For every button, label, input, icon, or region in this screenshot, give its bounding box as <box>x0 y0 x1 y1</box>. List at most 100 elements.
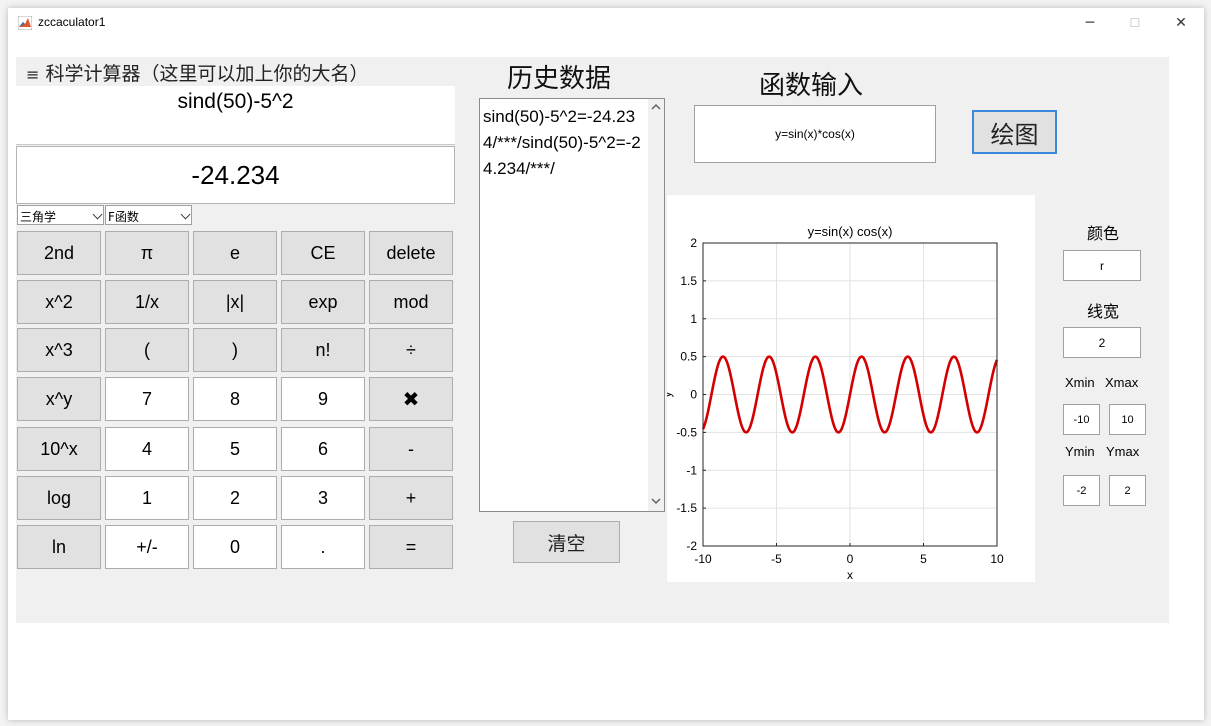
minimize-icon: ─ <box>1085 15 1095 31</box>
calculator-heading: ≡ 科学计算器（这里可以加上你的大名） <box>26 59 368 86</box>
y-tick-label: -2 <box>686 539 697 553</box>
main-panel: ≡ 科学计算器（这里可以加上你的大名） sind(50)-5^2 -24.234… <box>16 57 1169 623</box>
linewidth-input[interactable]: 2 <box>1063 327 1141 358</box>
function-dropdown-label: F函数 <box>108 210 139 224</box>
key-button[interactable]: 6 <box>281 427 365 471</box>
x-tick-label: 0 <box>847 552 854 566</box>
x-tick-label: -10 <box>694 552 712 566</box>
xmin-input[interactable]: -10 <box>1063 404 1100 435</box>
key-button[interactable]: CE <box>281 231 365 275</box>
key-button[interactable]: e <box>193 231 277 275</box>
key-button[interactable]: |x| <box>193 280 277 324</box>
key-button[interactable]: ( <box>105 328 189 372</box>
ymax-label: Ymax <box>1106 444 1140 459</box>
chevron-down-icon <box>92 209 103 220</box>
key-button[interactable]: π <box>105 231 189 275</box>
function-input-title: 函数输入 <box>759 71 864 101</box>
key-button[interactable]: ✖ <box>369 377 453 421</box>
color-label: 颜色 <box>1087 224 1120 243</box>
key-button[interactable]: 3 <box>281 476 365 520</box>
plot-area: -10 -5 0 5 10 -2 -1.5 -1 -0.5 0 0.5 1 1.5 2 y=sin(x) … <box>660 195 1035 582</box>
key-button[interactable]: x^3 <box>17 328 101 372</box>
x-axis-label: x <box>847 568 853 582</box>
key-button[interactable]: 0 <box>193 525 277 569</box>
chevron-up-icon[interactable] <box>651 103 661 111</box>
title-bar: zccaculator1 ─ ☐ ✕ <box>8 8 1204 38</box>
close-icon: ✕ <box>1175 15 1187 31</box>
xmin-label: Xmin <box>1065 375 1095 390</box>
key-button[interactable]: + <box>369 476 453 520</box>
key-button[interactable]: . <box>281 525 365 569</box>
key-button[interactable]: = <box>369 525 453 569</box>
plot-button[interactable]: 绘图 <box>972 110 1057 154</box>
key-button[interactable]: 5 <box>193 427 277 471</box>
xmax-input[interactable]: 10 <box>1109 404 1146 435</box>
key-button[interactable]: 1/x <box>105 280 189 324</box>
key-button[interactable]: ln <box>17 525 101 569</box>
key-button[interactable]: 4 <box>105 427 189 471</box>
trig-dropdown-label: 三角学 <box>20 210 57 224</box>
maximize-button[interactable]: ☐ <box>1112 8 1158 38</box>
linewidth-label: 线宽 <box>1087 302 1120 321</box>
key-button[interactable]: x^2 <box>17 280 101 324</box>
key-button[interactable]: exp <box>281 280 365 324</box>
color-input[interactable]: r <box>1063 250 1141 281</box>
trig-dropdown[interactable]: 三角学 <box>17 205 104 225</box>
ymin-input[interactable]: -2 <box>1063 475 1100 506</box>
key-button[interactable]: 10^x <box>17 427 101 471</box>
y-tick-label: -0.5 <box>676 425 697 439</box>
key-button[interactable]: n! <box>281 328 365 372</box>
xmax-label: Xmax <box>1105 375 1139 390</box>
app-window: zccaculator1 ─ ☐ ✕ ≡ 科学计算器（这里可以加上你的大名） s… <box>8 8 1204 720</box>
key-button[interactable]: 1 <box>105 476 189 520</box>
result-text: -24.234 <box>191 160 280 190</box>
function-expression-input[interactable]: y=sin(x)*cos(x) <box>694 105 936 163</box>
ymax-input[interactable]: 2 <box>1109 475 1146 506</box>
key-button[interactable]: mod <box>369 280 453 324</box>
x-tick-label: 5 <box>920 552 927 566</box>
calculator-title: 科学计算器（这里可以加上你的大名） <box>45 63 369 85</box>
expression-display: sind(50)-5^2 <box>16 86 455 145</box>
key-button[interactable]: ) <box>193 328 277 372</box>
y-tick-label: 1 <box>690 312 697 326</box>
chevron-down-icon <box>180 209 191 220</box>
function-dropdown[interactable]: F函数 <box>105 205 192 225</box>
key-button[interactable]: ÷ <box>369 328 453 372</box>
clear-button[interactable]: 清空 <box>513 521 620 563</box>
ymin-label: Ymin <box>1065 444 1095 459</box>
history-title: 历史数据 <box>507 64 612 94</box>
y-tick-label: 2 <box>690 236 697 250</box>
menu-icon[interactable]: ≡ <box>26 65 39 84</box>
window-title: zccaculator1 <box>38 15 106 29</box>
expression-text: sind(50)-5^2 <box>177 90 294 113</box>
key-button[interactable]: +/- <box>105 525 189 569</box>
key-button[interactable]: 7 <box>105 377 189 421</box>
key-button[interactable]: log <box>17 476 101 520</box>
history-scrollbar[interactable] <box>648 99 664 511</box>
key-button[interactable]: delete <box>369 231 453 275</box>
close-button[interactable]: ✕ <box>1158 8 1204 38</box>
key-button[interactable]: x^y <box>17 377 101 421</box>
history-textarea[interactable]: sind(50)-5^2=-24.234/***/sind(50)-5^2=-2… <box>479 98 665 512</box>
y-tick-label: 0.5 <box>680 350 697 364</box>
key-button[interactable]: 2nd <box>17 231 101 275</box>
x-tick-label: 10 <box>990 552 1004 566</box>
y-tick-label: -1 <box>686 463 697 477</box>
result-display: -24.234 <box>16 146 455 204</box>
minimize-button[interactable]: ─ <box>1067 8 1113 38</box>
key-button[interactable]: 2 <box>193 476 277 520</box>
y-tick-label: -1.5 <box>676 501 697 515</box>
y-tick-label: 1.5 <box>680 274 697 288</box>
key-button[interactable]: - <box>369 427 453 471</box>
maximize-icon: ☐ <box>1129 16 1141 30</box>
chart-title: y=sin(x) cos(x) <box>808 224 893 239</box>
matlab-icon <box>18 16 32 30</box>
key-button[interactable]: 9 <box>281 377 365 421</box>
y-axis-label: y <box>667 392 674 398</box>
y-tick-label: 0 <box>690 388 697 402</box>
key-button[interactable]: 8 <box>193 377 277 421</box>
chevron-down-icon[interactable] <box>651 497 661 505</box>
history-content: sind(50)-5^2=-24.234/***/sind(50)-5^2=-2… <box>483 107 641 178</box>
chart-svg: -10 -5 0 5 10 -2 -1.5 -1 -0.5 0 0.5 1 1.5 2 y=sin(x) … <box>660 224 1004 582</box>
x-tick-label: -5 <box>771 552 782 566</box>
